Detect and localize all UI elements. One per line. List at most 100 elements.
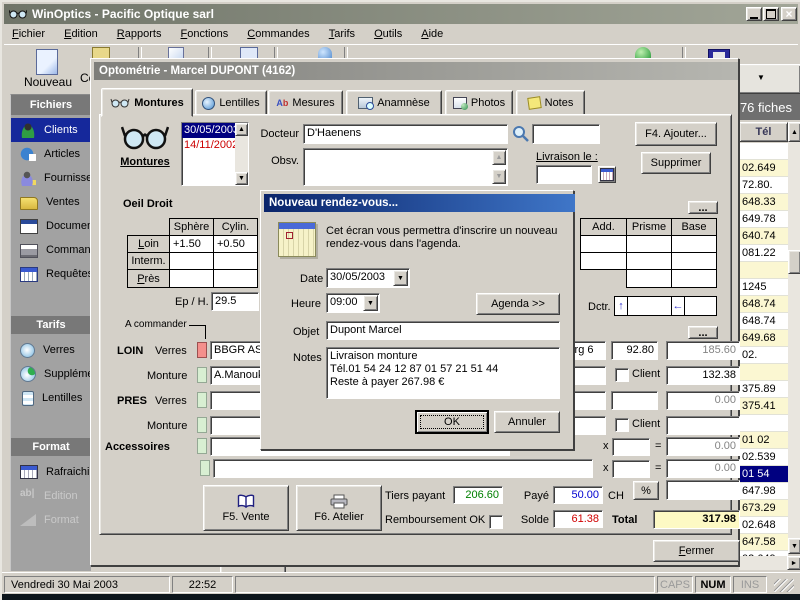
interm-cylin-cell[interactable] (213, 252, 258, 270)
table-row[interactable]: 1245 (739, 279, 788, 296)
base-cell[interactable] (671, 269, 717, 288)
calendar-button[interactable] (598, 166, 616, 183)
dctr-field-1[interactable] (627, 296, 672, 316)
list-scroll-track[interactable] (235, 136, 248, 172)
scroll-down-button[interactable]: ▼ (788, 538, 800, 554)
pres-sphere-cell[interactable] (169, 269, 214, 288)
base-cell[interactable] (671, 235, 717, 253)
table-row[interactable]: 648.74 (739, 296, 788, 313)
pres-monture-total-field[interactable] (666, 416, 740, 435)
f5-vente-button[interactable]: F5. Vente (203, 485, 289, 531)
interm-sphere-cell[interactable] (169, 252, 214, 270)
obsv-scroll-down[interactable]: ▼ (492, 169, 506, 184)
tab-lentilles[interactable]: Lentilles (195, 90, 267, 116)
nouveau-button[interactable]: Nouveau (8, 47, 88, 91)
table-row[interactable] (739, 262, 788, 279)
rdv-date-combo[interactable]: 30/05/2003 ▼ (326, 268, 410, 288)
prisme-cell[interactable] (626, 235, 672, 253)
ok-button[interactable]: OK (416, 411, 488, 433)
sidebar-item-documents[interactable]: Document (11, 214, 91, 238)
accessoire2-field[interactable] (213, 459, 593, 478)
add-cell[interactable] (580, 235, 627, 253)
table-row[interactable]: 375.41 (739, 398, 788, 415)
table-row-selected[interactable]: 01 54 (739, 466, 788, 483)
client-scrollbar-thumb[interactable] (788, 250, 800, 274)
tab-photos[interactable]: Photos (445, 90, 513, 116)
tiers-payant-field[interactable]: 206.60 (453, 486, 503, 504)
rdv-heure-combo[interactable]: 09:00 ▼ (326, 293, 380, 313)
docteur-field[interactable]: D'Haenens (303, 124, 508, 144)
search-icon[interactable] (512, 125, 529, 142)
sidebar-item-fournisseurs[interactable]: Fournisseu (11, 166, 91, 190)
table-row[interactable] (739, 143, 788, 160)
combo-arrow[interactable]: ▼ (393, 270, 408, 286)
table-row[interactable]: 02.649 (739, 160, 788, 177)
table-row[interactable]: 673.29 (739, 500, 788, 517)
scroll-right-button[interactable]: ► (787, 556, 800, 570)
obsv-scroll-up[interactable]: ▲ (492, 150, 506, 165)
tab-mesures[interactable]: Ab Mesures (268, 90, 343, 116)
table-row[interactable]: 648.74 (739, 313, 788, 330)
agenda-button[interactable]: Agenda >> (476, 293, 560, 315)
order-status-green[interactable] (197, 392, 207, 408)
prisme-cell[interactable] (626, 252, 672, 270)
add-cell[interactable] (580, 252, 627, 270)
list-scroll-up[interactable]: ▲ (235, 123, 248, 136)
client-checkbox[interactable] (615, 368, 629, 382)
obsv-field[interactable]: ▲ ▼ (303, 148, 508, 186)
loin-sphere-cell[interactable]: +1.50 (169, 235, 214, 253)
eph-field[interactable]: 29.5 (211, 292, 259, 311)
pres-cylin-cell[interactable] (213, 269, 258, 288)
acc2-qty-field[interactable] (612, 460, 650, 478)
sidebar-item-articles[interactable]: Articles (11, 142, 91, 166)
rdv-objet-field[interactable]: Dupont Marcel (326, 321, 560, 340)
sidebar-item-requetes[interactable]: Requêtes (11, 262, 91, 286)
pres-verres-price-field[interactable] (611, 391, 658, 410)
menu-edition[interactable]: Edition (56, 25, 106, 42)
annuler-button[interactable]: Annuler (494, 411, 560, 433)
sidebar-item-rafraichir[interactable]: Rafraichir (11, 460, 91, 484)
order-status-green[interactable] (197, 367, 207, 383)
base-cell[interactable] (671, 252, 717, 270)
table-row[interactable]: 081.22 (739, 245, 788, 262)
minimize-button[interactable] (746, 7, 762, 21)
remboursement-checkbox[interactable] (489, 515, 503, 529)
menu-aide[interactable]: Aide (413, 25, 451, 42)
table-row[interactable]: 02. (739, 347, 788, 364)
table-row[interactable]: 72.80. (739, 177, 788, 194)
more-button-top[interactable]: ... (688, 201, 718, 214)
acc1-qty-field[interactable] (612, 438, 650, 456)
table-row[interactable]: 647.58 (739, 534, 788, 551)
list-scroll-down[interactable]: ▼ (235, 172, 248, 185)
loin-monture-total-field[interactable]: 132.38 (666, 366, 740, 385)
scroll-up-button[interactable]: ▲ (788, 122, 800, 142)
table-row[interactable]: 648.33 (739, 194, 788, 211)
supprimer-button[interactable]: Supprimer (641, 152, 711, 174)
loin-cylin-cell[interactable]: +0.50 (213, 235, 258, 253)
tab-anamnese[interactable]: Anamnèse (346, 90, 442, 116)
loin-verres-price-field[interactable]: 92.80 (611, 341, 658, 360)
menu-fichier[interactable]: Fichier (4, 25, 53, 42)
client-checkbox[interactable] (615, 418, 629, 432)
rdv-notes-field[interactable]: Livraison monture Tél.01 54 24 12 87 01 … (326, 347, 560, 399)
tel-column-header[interactable]: Tél (739, 122, 788, 142)
menu-tarifs[interactable]: Tarifs (321, 25, 363, 42)
sidebar-item-verres[interactable]: Verres (11, 338, 91, 362)
sidebar-item-clients[interactable]: Clients (11, 118, 91, 142)
table-row[interactable]: 375.89 (739, 381, 788, 398)
table-row[interactable]: 01 02 (739, 432, 788, 449)
sidebar-item-supplements[interactable]: Suppléme (11, 362, 91, 386)
maximize-button[interactable] (763, 7, 779, 21)
prisme-cell[interactable] (626, 269, 672, 288)
percent-field[interactable] (666, 480, 740, 500)
client-scrollbar-track[interactable] (788, 142, 800, 538)
order-status-green[interactable] (197, 438, 207, 454)
order-status-green[interactable] (197, 417, 207, 433)
menu-rapports[interactable]: Rapports (109, 25, 170, 42)
percent-button[interactable]: % (633, 481, 659, 500)
more-button-bottom[interactable]: ... (688, 326, 718, 339)
menu-outils[interactable]: Outils (366, 25, 410, 42)
menu-commandes[interactable]: Commandes (239, 25, 317, 42)
visit-date-list[interactable]: 30/05/2003 14/11/2002 ▲ ▼ (181, 122, 249, 186)
table-row[interactable]: 649.68 (739, 330, 788, 347)
